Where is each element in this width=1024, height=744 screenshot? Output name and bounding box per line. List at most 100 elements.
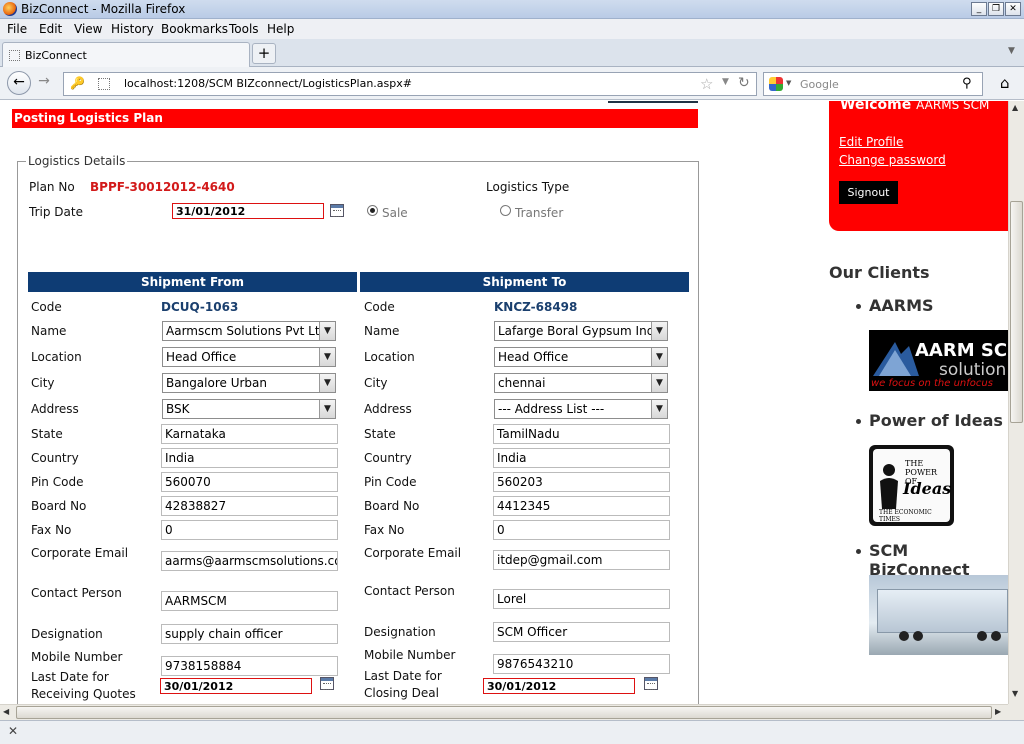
scroll-up-icon[interactable]: ▲	[1012, 103, 1018, 112]
to-contact-label: Contact Person	[364, 584, 455, 598]
reload-icon[interactable]: ↻	[738, 75, 750, 91]
scroll-right-icon[interactable]: ▶	[995, 707, 1001, 716]
back-button[interactable]: ←	[7, 71, 31, 95]
to-mobile-input[interactable]: 9876543210	[493, 654, 670, 674]
vertical-scroll-thumb[interactable]	[1010, 201, 1023, 423]
trip-date-input[interactable]: 31/01/2012	[172, 203, 324, 219]
from-code-value: DCUQ-1063	[161, 300, 239, 314]
to-contact-input[interactable]: Lorel	[493, 589, 670, 609]
page-favicon	[98, 78, 110, 90]
search-engine-dropdown-icon[interactable]: ▼	[786, 79, 791, 87]
change-password-link[interactable]: Change password	[839, 153, 946, 167]
from-state-label: State	[31, 427, 63, 441]
menu-view[interactable]: View	[74, 22, 102, 36]
to-designation-input[interactable]: SCM Officer	[493, 622, 670, 642]
to-code-label: Code	[364, 300, 395, 314]
user-panel: Welcome AARMS SCM Edit Profile Change pa…	[829, 101, 1008, 231]
bookmark-star-icon[interactable]: ☆	[700, 75, 713, 93]
signout-button[interactable]: Signout	[839, 181, 898, 204]
home-icon[interactable]: ⌂	[1000, 74, 1018, 92]
firefox-icon	[3, 2, 17, 16]
client-power-of-ideas: Power of Ideas	[869, 411, 1003, 430]
to-fax-input[interactable]: 0	[493, 520, 670, 540]
menu-edit[interactable]: Edit	[39, 22, 62, 36]
to-address-select[interactable]: --- Address List --- ▼	[494, 399, 668, 419]
menu-history[interactable]: History	[111, 22, 154, 36]
horizontal-scrollbar[interactable]: ◀ ▶	[0, 704, 1008, 720]
from-contact-input[interactable]: AARMSCM	[161, 591, 338, 611]
calendar-icon[interactable]	[330, 204, 344, 217]
client-aarms: AARMS	[869, 296, 934, 315]
to-address-label: Address	[364, 402, 412, 416]
url-bar[interactable]: 🔑 localhost:1208/SCM BIZconnect/Logistic…	[63, 72, 757, 96]
identity-icon[interactable]: 🔑	[70, 76, 85, 90]
from-city-value: Bangalore Urban	[166, 376, 267, 390]
from-email-input[interactable]: aarms@aarmscmsolutions.com	[161, 551, 338, 571]
to-board-input[interactable]: 4412345	[493, 496, 670, 516]
calendar-icon[interactable]	[320, 677, 334, 690]
from-city-select[interactable]: Bangalore Urban ▼	[162, 373, 336, 393]
from-designation-input[interactable]: supply chain officer	[161, 624, 338, 644]
menu-bookmarks[interactable]: Bookmarks	[161, 22, 228, 36]
from-last-date-input[interactable]: 30/01/2012	[160, 678, 312, 694]
close-window-button[interactable]: ✕	[1005, 2, 1021, 16]
from-state-input[interactable]: Karnataka	[161, 424, 338, 444]
scroll-left-icon[interactable]: ◀	[3, 707, 9, 716]
menu-bar: File Edit View History Bookmarks Tools H…	[0, 19, 1024, 39]
close-findbar-icon[interactable]: ✕	[8, 724, 18, 738]
from-address-select[interactable]: BSK ▼	[162, 399, 336, 419]
from-board-input[interactable]: 42838827	[161, 496, 338, 516]
to-email-input[interactable]: itdep@gmail.com	[493, 550, 670, 570]
from-pin-input[interactable]: 560070	[161, 472, 338, 492]
minimize-button[interactable]: _	[971, 2, 987, 16]
search-placeholder: Google	[800, 78, 839, 91]
from-mobile-input[interactable]: 9738158884	[161, 656, 338, 676]
tab-list-icon[interactable]: ▼	[1008, 46, 1015, 56]
menu-tools[interactable]: Tools	[229, 22, 259, 36]
from-fax-input[interactable]: 0	[161, 520, 338, 540]
to-last-date-input[interactable]: 30/01/2012	[483, 678, 635, 694]
to-pin-input[interactable]: 560203	[493, 472, 670, 492]
tab-bizconnect[interactable]: BizConnect	[2, 42, 250, 67]
url-dropdown-icon[interactable]: ▼	[722, 77, 729, 87]
from-name-select[interactable]: Aarmscm Solutions Pvt Ltd ▼	[162, 321, 336, 341]
scrollbar-corner	[1008, 704, 1024, 720]
calendar-icon[interactable]	[644, 677, 658, 690]
horizontal-scroll-thumb[interactable]	[16, 706, 992, 719]
to-state-input[interactable]: TamilNadu	[493, 424, 670, 444]
new-tab-button[interactable]: +	[252, 43, 276, 64]
user-name: AARMS SCM	[916, 101, 990, 112]
menu-help[interactable]: Help	[267, 22, 294, 36]
wheel-icon	[991, 631, 1001, 641]
url-text[interactable]: localhost:1208/SCM BIZconnect/LogisticsP…	[124, 77, 412, 90]
from-country-input[interactable]: India	[161, 448, 338, 468]
scm-bizconnect-truck-image[interactable]	[869, 575, 1008, 655]
from-email-label: Corporate Email	[31, 546, 129, 560]
from-pin-label: Pin Code	[31, 475, 84, 489]
vertical-scrollbar[interactable]: ▲ ▼	[1008, 101, 1024, 704]
to-city-select[interactable]: chennai ▼	[494, 373, 668, 393]
from-fax-label: Fax No	[31, 523, 72, 537]
edit-profile-link[interactable]: Edit Profile	[839, 135, 903, 149]
transfer-radio[interactable]	[500, 205, 511, 216]
to-location-select[interactable]: Head Office ▼	[494, 347, 668, 367]
menu-file[interactable]: File	[7, 22, 27, 36]
tab-bar: BizConnect	[0, 39, 1024, 67]
search-bar[interactable]: ▼ Google ⚲	[763, 72, 983, 96]
ideas-logo-bottom: THE ECONOMIC TIMES	[879, 509, 932, 523]
scroll-down-icon[interactable]: ▼	[1012, 689, 1018, 698]
maximize-button[interactable]: ❐	[988, 2, 1004, 16]
welcome-text: Welcome AARMS SCM	[840, 101, 989, 113]
from-address-value: BSK	[166, 402, 190, 416]
to-country-input[interactable]: India	[493, 448, 670, 468]
forward-button[interactable]: →	[32, 71, 56, 95]
from-location-select[interactable]: Head Office ▼	[162, 347, 336, 367]
search-icon[interactable]: ⚲	[962, 76, 972, 91]
fieldset-legend: Logistics Details	[26, 154, 128, 168]
chevron-down-icon: ▼	[651, 374, 667, 392]
tab-label: BizConnect	[25, 49, 87, 62]
aarms-logo[interactable]: AARM SC solution we focus on the unfocus	[869, 330, 1008, 391]
power-of-ideas-logo[interactable]: THE POWER OF Ideas THE ECONOMIC TIMES	[869, 445, 954, 526]
to-name-select[interactable]: Lafarge Boral Gypsum India ▼	[494, 321, 668, 341]
sale-radio[interactable]	[367, 205, 378, 216]
